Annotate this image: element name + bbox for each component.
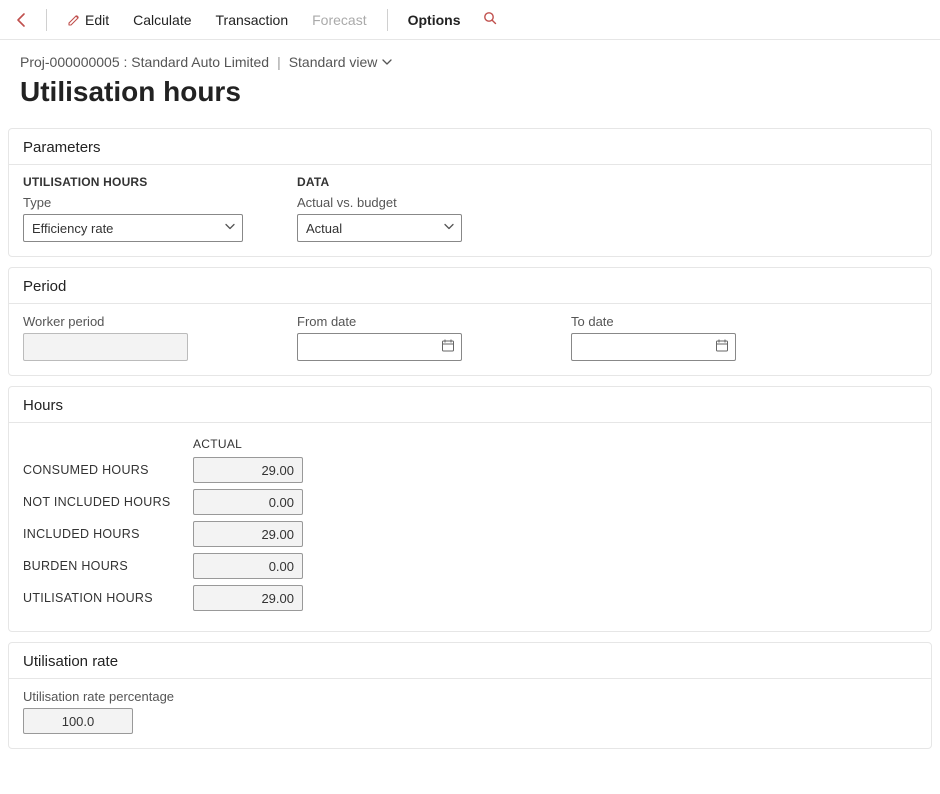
utilisation-hours-label: UTILISATION HOURS	[23, 591, 193, 605]
included-hours-value[interactable]: 29.00	[193, 521, 303, 547]
calendar-icon	[715, 339, 729, 356]
page-title: Utilisation hours	[20, 76, 920, 108]
type-label: Type	[23, 195, 273, 210]
not-included-hours-row: NOT INCLUDED HOURS 0.00	[23, 489, 917, 515]
view-label: Standard view	[289, 54, 378, 70]
utilisation-hours-row: UTILISATION HOURS 29.00	[23, 585, 917, 611]
transaction-button[interactable]: Transaction	[206, 6, 299, 34]
actual-column-header: ACTUAL	[193, 437, 303, 451]
hours-section: Hours ACTUAL CONSUMED HOURS 29.00 NOT IN…	[8, 386, 932, 632]
worker-period-input[interactable]	[23, 333, 188, 361]
header: Proj-000000005 : Standard Auto Limited |…	[0, 40, 940, 118]
utilisation-rate-title: Utilisation rate	[9, 643, 931, 679]
not-included-hours-value[interactable]: 0.00	[193, 489, 303, 515]
search-icon	[482, 10, 498, 26]
period-title: Period	[9, 268, 931, 304]
edit-label: Edit	[85, 12, 109, 28]
consumed-hours-value[interactable]: 29.00	[193, 457, 303, 483]
hours-title: Hours	[9, 387, 931, 423]
worker-period-field: Worker period	[23, 314, 273, 361]
included-hours-label: INCLUDED HOURS	[23, 527, 193, 541]
type-value: Efficiency rate	[32, 221, 113, 236]
consumed-hours-label: CONSUMED HOURS	[23, 463, 193, 477]
to-date-input[interactable]	[571, 333, 736, 361]
to-date-field: To date	[571, 314, 821, 361]
group-label-data: DATA	[297, 175, 547, 189]
not-included-hours-label: NOT INCLUDED HOURS	[23, 495, 193, 509]
from-date-field: From date	[297, 314, 547, 361]
avb-label: Actual vs. budget	[297, 195, 547, 210]
breadcrumb-divider: |	[277, 54, 281, 70]
consumed-hours-row: CONSUMED HOURS 29.00	[23, 457, 917, 483]
utilisation-hours-value[interactable]: 29.00	[193, 585, 303, 611]
burden-hours-value[interactable]: 0.00	[193, 553, 303, 579]
type-select[interactable]: Efficiency rate	[23, 214, 243, 242]
breadcrumb-record: Proj-000000005 : Standard Auto Limited	[20, 54, 269, 70]
burden-hours-label: BURDEN HOURS	[23, 559, 193, 573]
rate-pct-label: Utilisation rate percentage	[23, 689, 917, 704]
search-button[interactable]	[474, 4, 506, 35]
from-date-input[interactable]	[297, 333, 462, 361]
back-button[interactable]	[8, 8, 36, 32]
forecast-button: Forecast	[302, 6, 376, 34]
back-arrow-icon	[14, 12, 30, 28]
calendar-icon	[441, 339, 455, 356]
from-date-label: From date	[297, 314, 547, 329]
toolbar: Edit Calculate Transaction Forecast Opti…	[0, 0, 940, 40]
separator	[387, 9, 388, 31]
utilisation-rate-section: Utilisation rate Utilisation rate percen…	[8, 642, 932, 749]
edit-button[interactable]: Edit	[57, 6, 119, 34]
avb-select[interactable]: Actual	[297, 214, 462, 242]
options-button[interactable]: Options	[398, 6, 471, 34]
chevron-down-icon	[443, 221, 455, 236]
worker-period-label: Worker period	[23, 314, 273, 329]
calculate-button[interactable]: Calculate	[123, 6, 201, 34]
view-selector[interactable]: Standard view	[289, 54, 394, 70]
utilisation-hours-group: UTILISATION HOURS Type Efficiency rate	[23, 175, 273, 242]
parameters-title: Parameters	[9, 129, 931, 165]
chevron-down-icon	[224, 221, 236, 236]
parameters-section: Parameters UTILISATION HOURS Type Effici…	[8, 128, 932, 257]
included-hours-row: INCLUDED HOURS 29.00	[23, 521, 917, 547]
group-label-hours: UTILISATION HOURS	[23, 175, 273, 189]
data-group: DATA Actual vs. budget Actual	[297, 175, 547, 242]
chevron-down-icon	[381, 56, 393, 68]
breadcrumb: Proj-000000005 : Standard Auto Limited |…	[20, 54, 920, 70]
burden-hours-row: BURDEN HOURS 0.00	[23, 553, 917, 579]
pencil-icon	[67, 13, 81, 27]
rate-pct-value[interactable]: 100.0	[23, 708, 133, 734]
period-section: Period Worker period From date To date	[8, 267, 932, 376]
separator	[46, 9, 47, 31]
avb-value: Actual	[306, 221, 342, 236]
to-date-label: To date	[571, 314, 821, 329]
